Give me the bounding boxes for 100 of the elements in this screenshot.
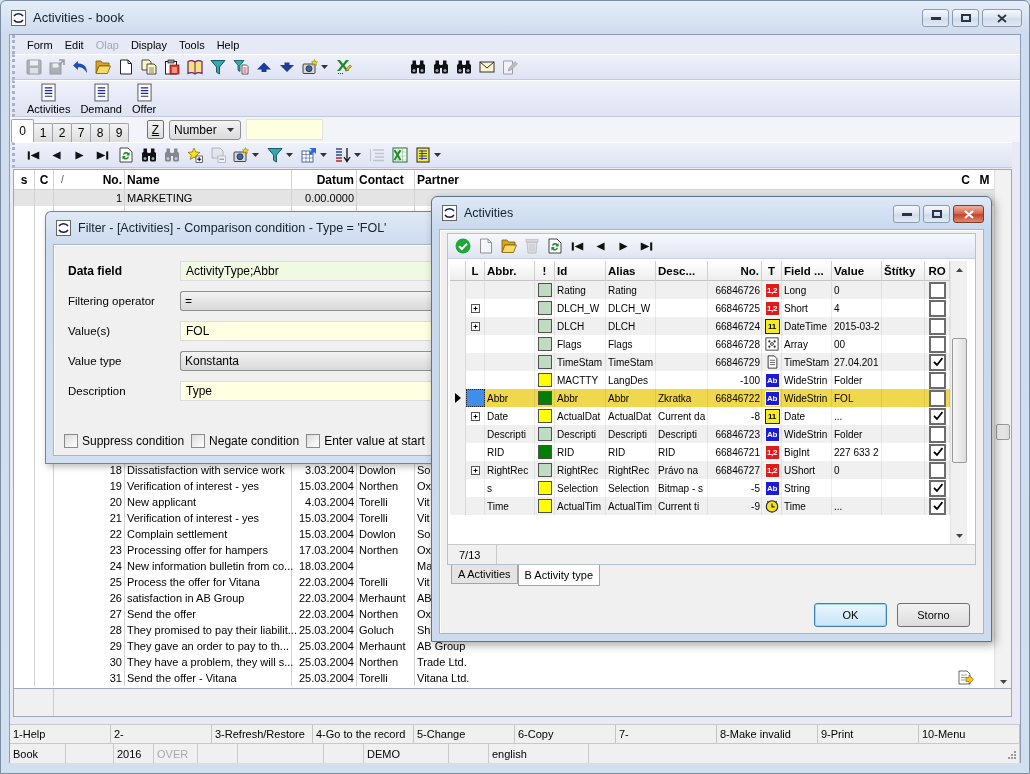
tab[interactable]: 0 [11,119,34,142]
column-header[interactable]: Štítky [882,261,925,281]
folder-icon[interactable] [94,59,111,75]
column-header[interactable]: T [762,261,782,281]
binoculars-icon[interactable] [140,147,157,163]
table-row[interactable]: Descripti Descripti Descripti Descripti 66846723 Ab WideStrin Folder [450,425,950,443]
checkbox[interactable] [929,497,946,515]
caret-icon[interactable] [434,153,441,157]
table-row[interactable]: TimeStam TimeStam 66846729 TimeStam 27.04.201 [450,353,950,371]
filter-page-icon[interactable] [232,59,249,75]
minimize-icon[interactable] [901,212,912,216]
selected-cell[interactable] [466,389,485,407]
scroll-up-icon[interactable] [955,268,963,272]
checkbox[interactable] [929,407,946,425]
tab[interactable]: 7 [71,123,91,142]
column-header[interactable]: L [466,261,485,281]
toolbar-button[interactable]: Demand [78,82,124,115]
previous-icon[interactable] [596,241,605,251]
tab[interactable]: B Activity type [517,565,601,586]
skip-last-icon[interactable] [640,241,653,251]
book-icon[interactable] [186,59,203,75]
sort-button[interactable]: Z [147,120,164,139]
dropdown[interactable]: Number [169,119,241,140]
column-header[interactable]: Id [555,261,606,281]
column-header[interactable]: M [979,172,990,187]
filter-icon[interactable] [209,59,226,75]
minimize-button[interactable] [893,205,920,223]
maximize-icon[interactable] [960,14,971,22]
tab[interactable]: 8 [90,123,110,142]
close-icon[interactable] [997,13,1007,23]
menu-item[interactable]: Display [124,38,173,51]
checkbox[interactable] [64,434,78,448]
scrollbar[interactable] [994,170,1011,688]
refresh-icon[interactable] [546,238,563,254]
filter-icon[interactable] [267,147,283,163]
menu-item[interactable]: Form [21,38,59,51]
checkbox[interactable] [929,425,946,443]
table-row[interactable]: Flags Flags 66846728 Array 00 [450,335,950,353]
menu-item[interactable]: Tools [172,38,211,51]
text-field[interactable]: FOL [180,321,433,341]
dialog-button[interactable]: Storno [897,603,970,627]
checkbox[interactable] [929,317,946,335]
column-header[interactable]: Datum [316,172,354,187]
minimize-button[interactable] [922,9,949,27]
expand-icon[interactable] [471,465,480,475]
expand-icon[interactable] [471,411,480,421]
table-row[interactable]: Date ActualDat ActualDat Current da -8 11 Date ... [450,407,950,425]
close-button[interactable] [982,9,1022,27]
text-field[interactable]: ActivityType;Abbr [180,261,433,281]
column-header[interactable]: Name [127,172,160,187]
caret-icon[interactable] [227,127,234,132]
toolbar-button[interactable]: Activities [25,82,73,115]
checkbox[interactable] [306,434,321,448]
dialog-button[interactable]: OK [814,603,887,627]
checkbox[interactable] [929,299,946,317]
camera-icon[interactable] [233,147,249,163]
column-header[interactable]: s [20,172,28,187]
table-row[interactable]: s Selection Selection Bitmap - s -5 Ab String [450,479,950,497]
clipboard-icon[interactable] [163,59,180,75]
refresh-icon[interactable] [117,147,134,163]
table-row[interactable]: Time ActualTim ActualTim Current ti -9 Time ... [450,497,950,515]
expand-icon[interactable] [471,303,480,313]
table-icon[interactable] [415,147,431,163]
binoculars-icon[interactable] [409,59,426,75]
maximize-icon[interactable] [931,210,942,218]
column-header[interactable]: Contact [359,172,404,187]
minimize-icon[interactable] [930,16,941,20]
caret-icon[interactable] [286,153,293,157]
column-header[interactable]: Alias [606,261,656,281]
caret-icon[interactable] [320,153,327,157]
scroll-down-icon[interactable] [999,680,1007,684]
tab[interactable]: 9 [109,123,129,142]
table-row[interactable]: Abbr Abbr Abbr Zkratka 66846722 Ab WideStrin FOL [450,389,950,407]
checkbox-label[interactable]: Enter value at start [324,434,425,448]
checkbox[interactable] [929,281,946,299]
copy-icon[interactable] [140,59,157,75]
tab[interactable]: 2 [52,123,72,142]
column-header[interactable]: C [39,172,49,187]
checkbox[interactable] [929,335,946,353]
checkbox[interactable] [929,371,946,389]
blank-page-icon[interactable] [117,59,134,75]
binoculars-icon[interactable] [455,59,472,75]
table-row[interactable]: RID RID RID RID 66846721 1,2 BigInt 227 633 2 [450,443,950,461]
sort-icon[interactable] [335,147,351,163]
column-header[interactable]: No. [708,261,762,281]
next-icon[interactable] [75,150,84,160]
caret-icon[interactable] [354,153,361,157]
checkbox[interactable] [929,443,946,461]
skip-first-icon[interactable] [27,150,40,160]
scrollbar[interactable] [950,261,967,544]
spreadsheet-pen-icon[interactable] [335,59,352,75]
table-row[interactable]: DLCH DLCH 66846724 11 DateTime 2015-03-2 [450,317,950,335]
skip-first-icon[interactable] [571,241,584,251]
scroll-down-icon[interactable] [955,534,963,538]
column-header[interactable]: Partner [417,172,460,187]
checkbox[interactable] [929,479,946,497]
column-header[interactable]: ! [535,261,555,281]
next-icon[interactable] [619,241,628,251]
spreadsheet-icon[interactable] [391,147,408,163]
skip-last-icon[interactable] [96,150,109,160]
